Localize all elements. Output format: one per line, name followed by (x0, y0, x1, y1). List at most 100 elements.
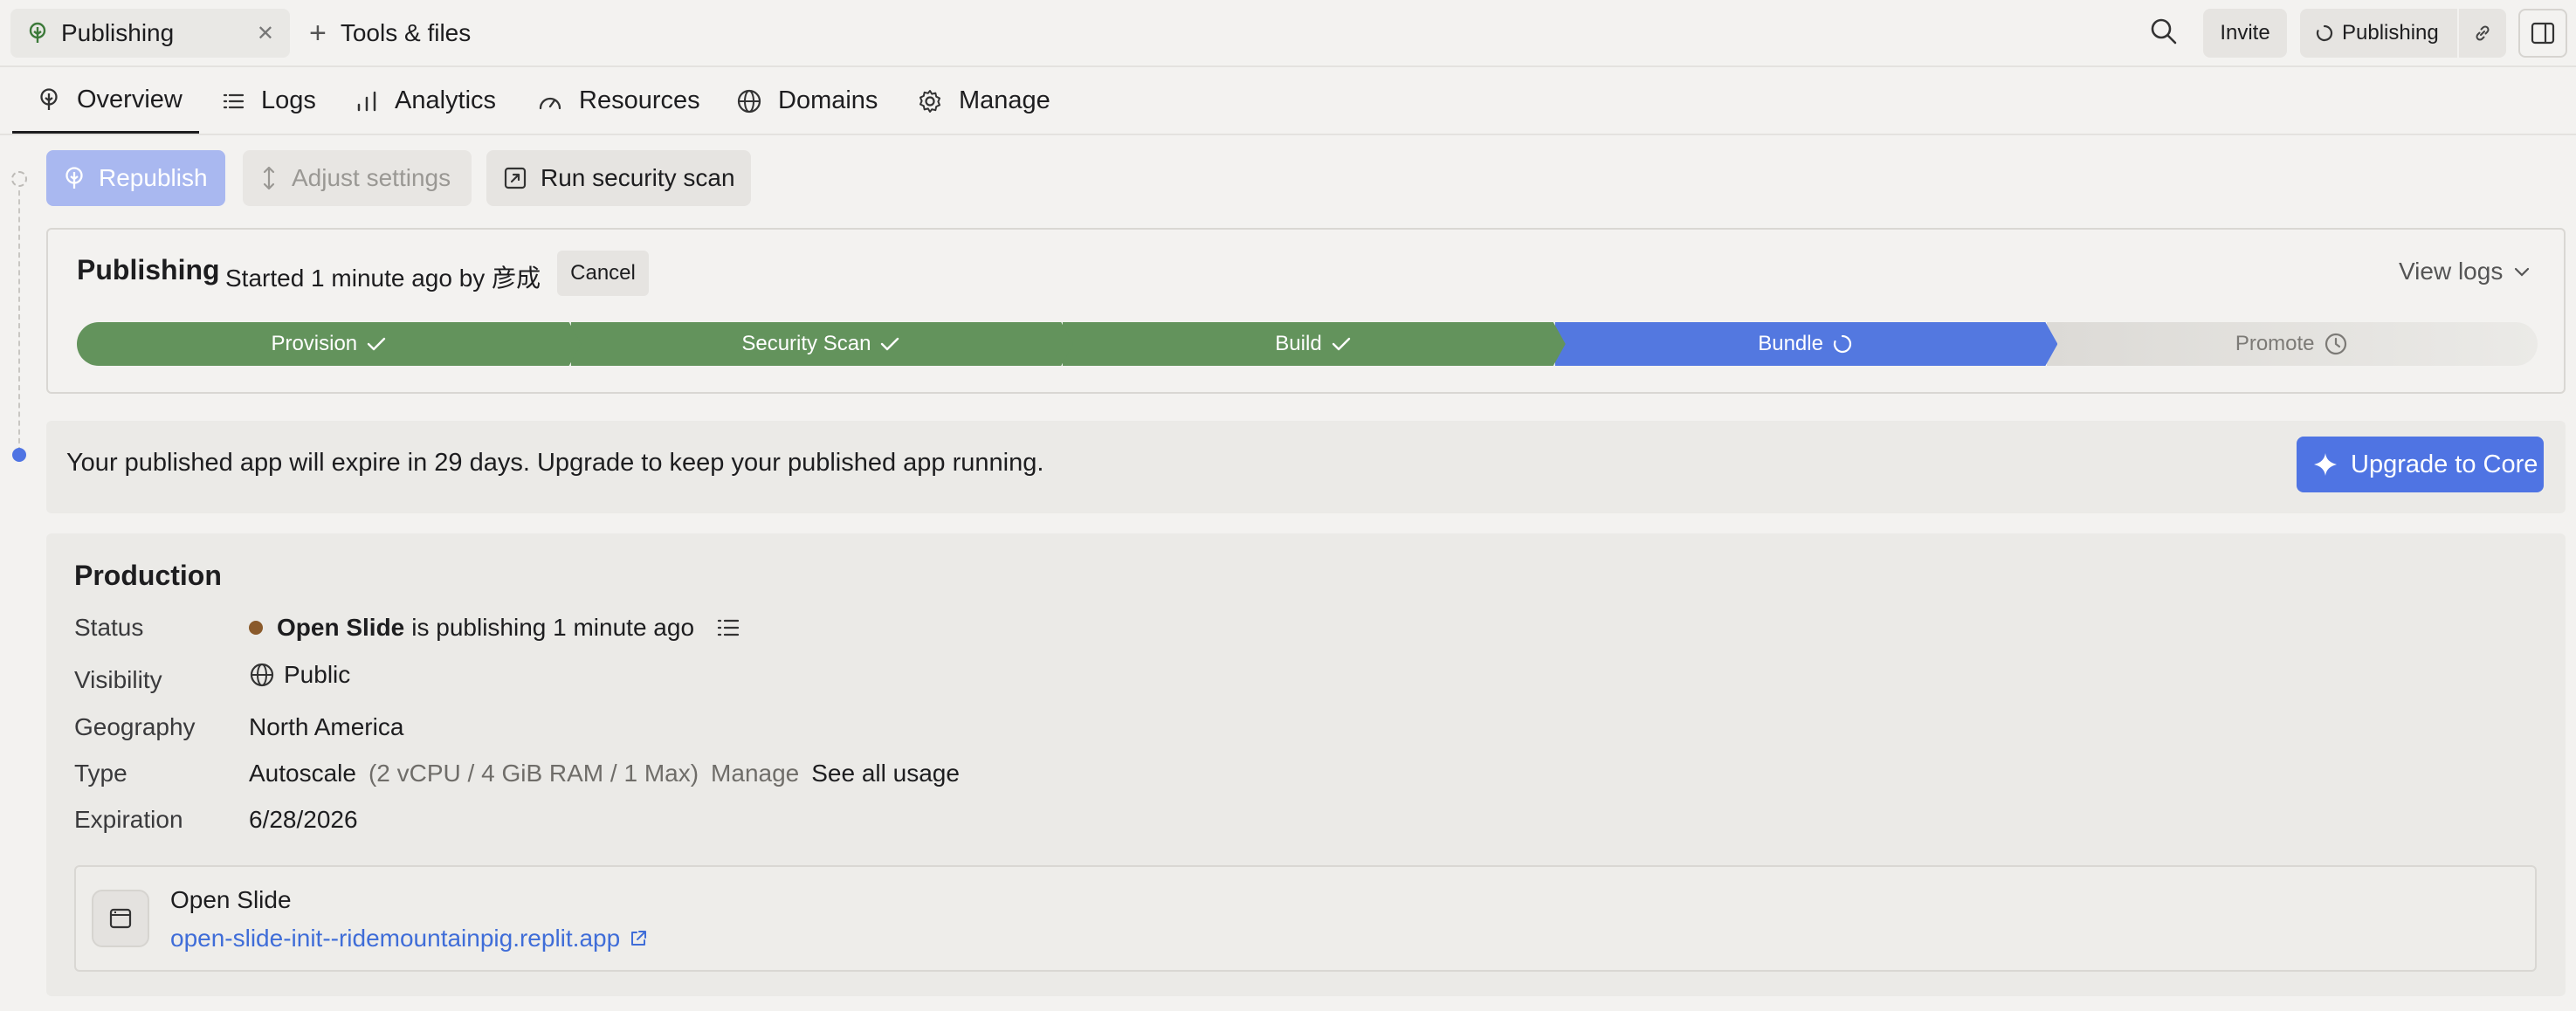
visibility-text: Public (284, 661, 351, 688)
globe-icon (736, 88, 778, 114)
browser-window-icon (92, 890, 149, 947)
tab-label: Resources (579, 86, 700, 114)
list-icon (221, 89, 261, 113)
publish-steps: Provision Security Scan Build Bundle Pro… (77, 322, 2538, 366)
cancel-button[interactable]: Cancel (557, 251, 649, 296)
plus-icon: + (309, 16, 327, 50)
sidebar-panel-icon (2530, 20, 2556, 46)
gauge-icon (537, 89, 579, 113)
tab-resources[interactable]: Resources (537, 68, 700, 134)
step-label: Security Scan (741, 332, 871, 355)
invite-button[interactable]: Invite (2203, 9, 2287, 58)
globe-icon (249, 662, 275, 688)
upgrade-to-core-button[interactable]: Upgrade to Core (2297, 437, 2544, 492)
geography-value: North America (249, 713, 404, 740)
upgrade-label: Upgrade to Core (2351, 450, 2538, 478)
type-spec: (2 vCPU / 4 GiB RAM / 1 Max) (368, 760, 699, 787)
type-value: Autoscale (2 vCPU / 4 GiB RAM / 1 Max) M… (249, 760, 960, 787)
tab-analytics[interactable]: Analytics (355, 68, 496, 134)
resize-vertical-icon (258, 165, 292, 191)
scan-icon (502, 165, 541, 191)
close-icon[interactable]: ✕ (257, 21, 274, 46)
publishing-button-label: Publishing (2342, 21, 2439, 45)
spinner-icon (1823, 334, 1853, 354)
run-security-scan-label: Run security scan (541, 164, 735, 191)
step-build: Build (1061, 322, 1566, 366)
type-text: Autoscale (249, 760, 356, 787)
expiry-banner: Your published app will expire in 29 day… (46, 421, 2566, 513)
timeline-dot-active (12, 448, 26, 462)
copy-link-button[interactable] (2459, 9, 2506, 58)
step-label: Bundle (1758, 332, 1823, 355)
view-logs-button[interactable]: View logs (2399, 258, 2531, 285)
check-icon (1322, 335, 1352, 353)
tree-icon (37, 87, 77, 112)
tools-files-tab[interactable]: + Tools & files (309, 9, 471, 58)
view-logs-label: View logs (2399, 258, 2504, 285)
adjust-settings-label: Adjust settings (292, 164, 451, 191)
file-tab-label: Publishing (61, 19, 175, 46)
production-section: Production Status Open Slide is publishi… (46, 533, 2566, 996)
tab-domains[interactable]: Domains (736, 68, 878, 134)
list-icon[interactable] (715, 616, 741, 640)
check-icon (357, 335, 387, 353)
republish-button[interactable]: Republish (46, 150, 225, 206)
production-title: Production (74, 560, 222, 591)
timeline-line (18, 182, 20, 452)
publishing-card: Publishing Started 1 minute ago by 彦成 Ca… (46, 228, 2566, 394)
step-promote: Promote (2045, 322, 2538, 366)
publishing-tree-icon (26, 22, 49, 45)
tab-overview[interactable]: Overview (12, 68, 199, 134)
sparkle-icon (2312, 451, 2351, 478)
tab-label: Logs (261, 86, 316, 114)
step-security-scan: Security Scan (569, 322, 1074, 366)
visibility-label: Visibility (74, 666, 162, 693)
status-label: Status (74, 614, 144, 641)
visibility-value: Public (249, 661, 350, 689)
step-label: Promote (2235, 332, 2315, 355)
type-label: Type (74, 760, 127, 787)
tab-label: Domains (778, 86, 878, 114)
tab-label: Analytics (395, 86, 497, 114)
nav-tabs: Overview Logs Analytics Resources Domain… (0, 68, 2576, 135)
timeline-dot-pending (11, 171, 27, 187)
app-url-text: open-slide-init--ridemountainpig.replit.… (170, 925, 621, 952)
gear-icon (917, 88, 959, 114)
app-url-link[interactable]: open-slide-init--ridemountainpig.replit.… (170, 925, 648, 953)
toggle-panel-button[interactable] (2518, 9, 2567, 58)
app-name: Open Slide (170, 886, 292, 913)
geography-label: Geography (74, 713, 196, 740)
bar-chart-icon (355, 89, 395, 113)
clock-icon (2315, 332, 2348, 356)
tree-icon (62, 166, 99, 190)
status-text: is publishing 1 minute ago (411, 614, 695, 641)
top-bar: Publishing ✕ + Tools & files Invite Publ… (0, 0, 2576, 67)
status-dot (249, 621, 263, 635)
step-label: Provision (271, 332, 358, 355)
tab-label: Manage (959, 86, 1050, 114)
spinner-icon (2316, 24, 2333, 42)
status-app-name: Open Slide (277, 614, 405, 641)
link-icon (2472, 23, 2493, 44)
expiry-message: Your published app will expire in 29 day… (66, 449, 1044, 477)
status-value: Open Slide is publishing 1 minute ago (249, 614, 741, 642)
publishing-title: Publishing (77, 254, 220, 285)
tab-manage[interactable]: Manage (917, 68, 1050, 134)
search-icon[interactable] (2148, 16, 2183, 51)
file-tab-publishing[interactable]: Publishing ✕ (10, 9, 290, 58)
manage-link[interactable]: Manage (711, 760, 799, 787)
tab-logs[interactable]: Logs (221, 68, 316, 134)
republish-label: Republish (99, 164, 208, 191)
step-bundle: Bundle (1553, 322, 2058, 366)
tools-files-label: Tools & files (340, 19, 472, 46)
step-provision: Provision (77, 322, 582, 366)
chevron-down-icon (2503, 265, 2531, 278)
run-security-scan-button[interactable]: Run security scan (486, 150, 751, 206)
app-card: Open Slide open-slide-init--ridemountain… (74, 865, 2537, 972)
adjust-settings-button[interactable]: Adjust settings (243, 150, 472, 206)
publishing-button[interactable]: Publishing (2300, 9, 2457, 58)
check-icon (871, 335, 900, 353)
see-all-usage-link[interactable]: See all usage (811, 760, 960, 787)
tab-label: Overview (77, 85, 183, 113)
expiration-value: 6/28/2026 (249, 806, 358, 833)
